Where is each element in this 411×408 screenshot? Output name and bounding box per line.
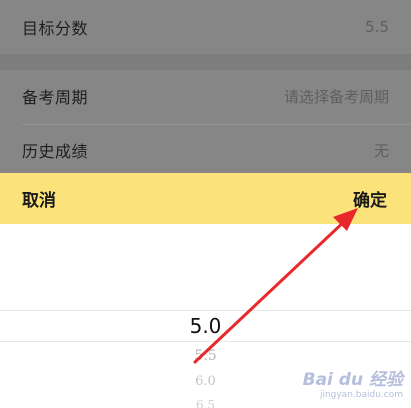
cancel-button[interactable]: 取消 (22, 186, 56, 211)
selection-line-bottom (0, 341, 411, 342)
picker-option-selected[interactable]: 5.0 (0, 314, 411, 338)
selection-line-top (0, 310, 411, 311)
baidu-jingyan-watermark: Bai du 经验 jingyan.baidu.com (303, 372, 403, 400)
form-overlay: 目标分数 5.5 备考周期 请选择备考周期 历史成绩 无 (0, 0, 411, 173)
watermark-url: jingyan.baidu.com (319, 390, 403, 400)
history-score-value: 无 (373, 141, 389, 160)
picker-toolbar: 取消 确定 (0, 173, 411, 224)
watermark-brand: Bai du 经验 (302, 370, 403, 390)
target-score-value: 5.5 (365, 18, 389, 36)
prep-period-placeholder: 请选择备考周期 (283, 87, 389, 106)
row-divider (22, 124, 411, 125)
picker-option[interactable]: 5.5 (0, 348, 411, 364)
history-score-row[interactable]: 历史成绩 无 (0, 127, 411, 173)
target-score-row[interactable]: 目标分数 5.5 (0, 0, 411, 54)
target-score-label: 目标分数 (22, 19, 89, 38)
confirm-button[interactable]: 确定 (353, 186, 387, 211)
prep-period-row[interactable]: 备考周期 请选择备考周期 (0, 70, 411, 122)
history-score-label: 历史成绩 (22, 142, 89, 161)
screen: 目标分数 5.5 备考周期 请选择备考周期 历史成绩 无 取消 确定 5.0 5… (0, 0, 411, 408)
prep-period-label: 备考周期 (22, 88, 89, 107)
section-gap (0, 54, 411, 70)
